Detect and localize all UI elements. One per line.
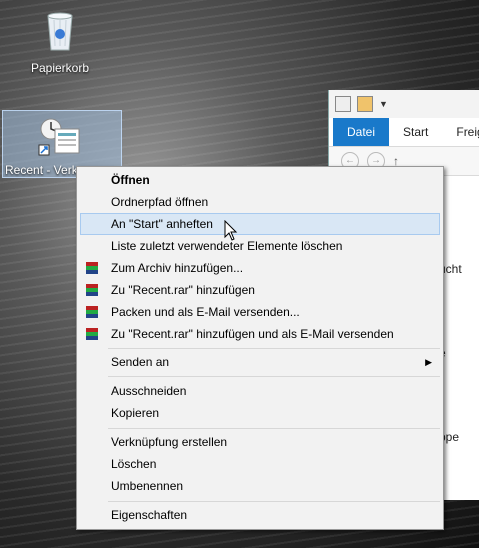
tab-datei[interactable]: Datei [333, 118, 390, 146]
winrar-icon [86, 328, 98, 340]
menu-item-label: Löschen [111, 457, 157, 471]
menu-item-zu-recent-rar[interactable]: Zu "Recent.rar" hinzufügen [80, 279, 440, 301]
menu-item-zu-recent-rar-email[interactable]: Zu "Recent.rar" hinzufügen und als E-Mai… [80, 323, 440, 345]
tab-freigeben[interactable]: Freig [442, 118, 479, 146]
menu-item-label: Kopieren [111, 406, 160, 420]
menu-item-label: Ausschneiden [111, 384, 187, 398]
menu-item-liste-loeschen[interactable]: Liste zuletzt verwendeter Elemente lösch… [80, 235, 440, 257]
menu-item-umbenennen[interactable]: Umbenennen [80, 475, 440, 497]
menu-item-label: Zu "Recent.rar" hinzufügen und als E-Mai… [111, 327, 394, 341]
menu-item-ausschneiden[interactable]: Ausschneiden [80, 380, 440, 402]
recent-items-icon [38, 118, 80, 156]
menu-item-oeffnen[interactable]: Öffnen [80, 169, 440, 191]
menu-item-label: Senden an [111, 355, 170, 369]
recycle-bin-icon [47, 12, 73, 51]
tab-start[interactable]: Start [389, 118, 442, 146]
quick-access-toolbar: ▼ [329, 90, 479, 118]
winrar-icon [86, 306, 98, 318]
menu-item-eigenschaften[interactable]: Eigenschaften [80, 504, 440, 526]
menu-item-label: An "Start" anheften [111, 217, 213, 231]
submenu-arrow-icon: ▶ [425, 357, 432, 367]
menu-item-label: Öffnen [111, 173, 150, 187]
ribbon-tabs: Datei Start Freig [329, 118, 479, 147]
chevron-down-icon[interactable]: ▼ [379, 99, 388, 109]
menu-item-an-start-anheften[interactable]: An "Start" anheften [80, 213, 440, 235]
winrar-icon [86, 284, 98, 296]
menu-item-kopieren[interactable]: Kopieren [80, 402, 440, 424]
menu-item-verknuepfung-erstellen[interactable]: Verknüpfung erstellen [80, 431, 440, 453]
recycle-bin-desktop-icon[interactable]: Papierkorb [20, 6, 100, 75]
menu-item-senden-an[interactable]: Senden an ▶ [80, 351, 440, 373]
context-menu: Öffnen Ordnerpfad öffnen An "Start" anhe… [76, 166, 444, 530]
menu-item-zum-archiv[interactable]: Zum Archiv hinzufügen... [80, 257, 440, 279]
menu-separator [108, 376, 440, 377]
menu-item-label: Zu "Recent.rar" hinzufügen [111, 283, 255, 297]
new-folder-icon[interactable] [357, 96, 373, 112]
menu-item-label: Zum Archiv hinzufügen... [111, 261, 244, 275]
recycle-bin-label: Papierkorb [30, 61, 90, 75]
menu-separator [108, 501, 440, 502]
menu-item-ordnerpfad-oeffnen[interactable]: Ordnerpfad öffnen [80, 191, 440, 213]
menu-item-label: Umbenennen [111, 479, 184, 493]
menu-separator [108, 348, 440, 349]
menu-item-label: Eigenschaften [111, 508, 188, 522]
menu-separator [108, 428, 440, 429]
menu-item-packen-email[interactable]: Packen und als E-Mail versenden... [80, 301, 440, 323]
menu-item-loeschen[interactable]: Löschen [80, 453, 440, 475]
mouse-cursor-icon [224, 220, 238, 241]
menu-item-label: Verknüpfung erstellen [111, 435, 228, 449]
winrar-icon [86, 262, 98, 274]
menu-item-label: Packen und als E-Mail versenden... [111, 305, 300, 319]
properties-icon[interactable] [335, 96, 351, 112]
menu-item-label: Ordnerpfad öffnen [111, 195, 209, 209]
